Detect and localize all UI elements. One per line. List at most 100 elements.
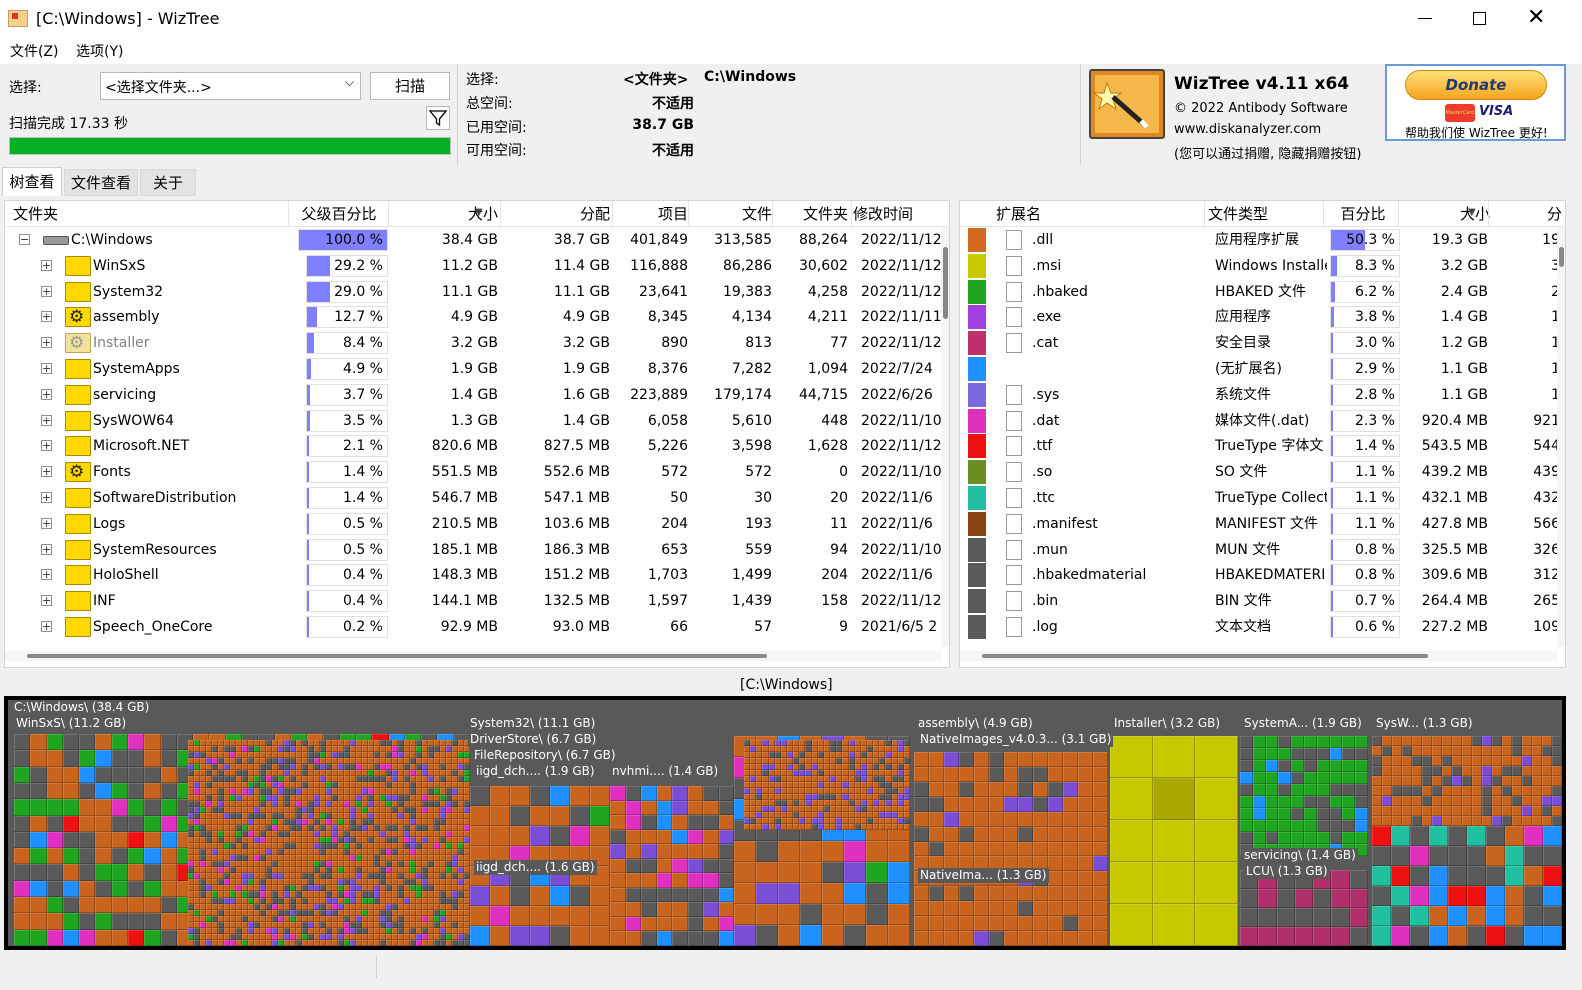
extension-column-header[interactable]: 百分比: [1327, 203, 1399, 224]
treemap-tile[interactable]: [1448, 826, 1467, 846]
treemap-tile[interactable]: [1552, 816, 1562, 826]
extension-row[interactable]: .sys 系统文件 2.8 % 1.1 GB 1: [960, 382, 1557, 408]
treemap-tile[interactable]: [1342, 736, 1356, 748]
treemap-tile[interactable]: [1304, 784, 1317, 796]
treemap-tile[interactable]: [641, 815, 657, 830]
treemap-tile[interactable]: [1429, 826, 1448, 846]
treemap-tile[interactable]: [79, 799, 96, 816]
treemap-tile[interactable]: [672, 887, 688, 903]
treemap-tile[interactable]: [1472, 816, 1482, 826]
treemap-tile[interactable]: [1512, 796, 1522, 806]
treemap-tile[interactable]: [1048, 796, 1064, 812]
treemap-tile[interactable]: [672, 815, 688, 830]
treemap-tile[interactable]: [470, 886, 490, 906]
treemap-tile[interactable]: [1003, 766, 1019, 782]
column-separator[interactable]: [288, 201, 289, 226]
treemap-tile[interactable]: [1252, 796, 1266, 808]
treemap-region[interactable]: [188, 740, 470, 946]
treemap-tile[interactable]: [1512, 806, 1522, 816]
treemap-tile[interactable]: [470, 806, 490, 826]
treemap-tile[interactable]: [1349, 889, 1368, 908]
treemap-tile[interactable]: [1265, 736, 1279, 748]
treemap-tile[interactable]: [1442, 776, 1452, 786]
tree-column-header[interactable]: 文件: [690, 203, 772, 224]
treemap-tile[interactable]: [62, 880, 80, 898]
treemap-tile[interactable]: [1195, 820, 1238, 862]
treemap-tile[interactable]: [1392, 736, 1402, 746]
treemap-tile[interactable]: [1195, 778, 1238, 820]
treemap-tile[interactable]: [30, 897, 47, 914]
scan-button[interactable]: 扫描: [370, 72, 450, 100]
treemap-tile[interactable]: [46, 913, 63, 930]
expand-icon[interactable]: +: [41, 388, 52, 400]
treemap-tile[interactable]: [1462, 746, 1472, 756]
treemap-tile[interactable]: [610, 931, 626, 946]
treemap-tile[interactable]: [128, 929, 145, 946]
treemap-tile[interactable]: [943, 781, 959, 797]
treemap-tile[interactable]: [14, 815, 31, 832]
treemap-tile[interactable]: [590, 786, 610, 806]
extension-row[interactable]: .mun MUN 文件 0.8 % 325.5 MB 326: [960, 537, 1557, 563]
treemap-tile[interactable]: [1472, 746, 1482, 756]
treemap-tile[interactable]: [1532, 786, 1542, 796]
treemap-tile[interactable]: [510, 786, 530, 806]
treemap-tile[interactable]: [1252, 820, 1266, 832]
treemap-tile[interactable]: [928, 826, 944, 842]
treemap-tile[interactable]: [1522, 746, 1532, 756]
treemap-tile[interactable]: [1110, 862, 1153, 904]
treemap-tile[interactable]: [687, 887, 703, 903]
treemap-tile[interactable]: [1265, 748, 1279, 760]
treemap-tile[interactable]: [1422, 796, 1432, 806]
extension-row[interactable]: .exe 应用程序 3.8 % 1.4 GB 1: [960, 304, 1557, 330]
treemap-tile[interactable]: [703, 815, 719, 830]
treemap-tile[interactable]: [490, 886, 510, 906]
treemap-tile[interactable]: [1382, 746, 1392, 756]
treemap-tile[interactable]: [1462, 736, 1472, 746]
extension-row[interactable]: .hbakedmaterial HBAKEDMATERI 0.8 % 309.6 MB…: [960, 562, 1557, 588]
treemap-tile[interactable]: [1078, 841, 1094, 857]
treemap-tile[interactable]: [62, 897, 80, 914]
treemap-tile[interactable]: [672, 844, 688, 859]
treemap-tile[interactable]: [1512, 756, 1522, 766]
treemap-tile[interactable]: [641, 844, 657, 859]
treemap-tile[interactable]: [1442, 816, 1452, 826]
treemap-tile[interactable]: [1048, 766, 1064, 782]
treemap-tile[interactable]: [703, 916, 719, 932]
treemap-tile[interactable]: [1372, 846, 1391, 866]
treemap-tile[interactable]: [1152, 778, 1196, 820]
treemap-tile[interactable]: [1492, 796, 1502, 806]
treemap-tile[interactable]: [1482, 766, 1492, 776]
treemap-tile[interactable]: [95, 766, 112, 783]
treemap-tile[interactable]: [1429, 866, 1448, 886]
treemap-tile[interactable]: [1542, 756, 1552, 766]
treemap-tile[interactable]: [687, 800, 703, 816]
treemap-tile[interactable]: [1402, 746, 1412, 756]
treemap-tile[interactable]: [1291, 808, 1304, 820]
extension-vertical-scrollbar[interactable]: [1557, 227, 1565, 647]
treemap-tile[interactable]: [1372, 756, 1382, 766]
treemap-tile[interactable]: [914, 811, 929, 827]
treemap-tile[interactable]: [111, 897, 128, 914]
treemap-tile[interactable]: [1078, 811, 1094, 827]
extension-row[interactable]: .cat 安全目录 3.0 % 1.2 GB 1: [960, 330, 1557, 356]
treemap-tile[interactable]: [1048, 931, 1064, 946]
treemap-tile[interactable]: [160, 782, 177, 800]
treemap-tile[interactable]: [641, 902, 657, 917]
treemap-tile[interactable]: [1429, 906, 1448, 926]
treemap-tile[interactable]: [1552, 756, 1562, 766]
treemap-tile[interactable]: [1492, 766, 1502, 776]
treemap-tile[interactable]: [988, 931, 1004, 946]
treemap-tile[interactable]: [1265, 772, 1279, 784]
treemap-tile[interactable]: [1258, 927, 1277, 946]
column-separator[interactable]: [1488, 201, 1489, 226]
treemap-tile[interactable]: [1063, 901, 1079, 917]
treemap-tile[interactable]: [1003, 826, 1019, 842]
treemap-tile[interactable]: [943, 796, 959, 812]
treemap-tile[interactable]: [1316, 784, 1330, 796]
treemap-tile[interactable]: [1524, 826, 1543, 846]
treemap-tile[interactable]: [1048, 781, 1064, 797]
treemap-tile[interactable]: [610, 916, 626, 932]
treemap-tile[interactable]: [62, 734, 80, 751]
treemap-tile[interactable]: [1078, 826, 1094, 842]
treemap-tile[interactable]: [1355, 736, 1368, 748]
